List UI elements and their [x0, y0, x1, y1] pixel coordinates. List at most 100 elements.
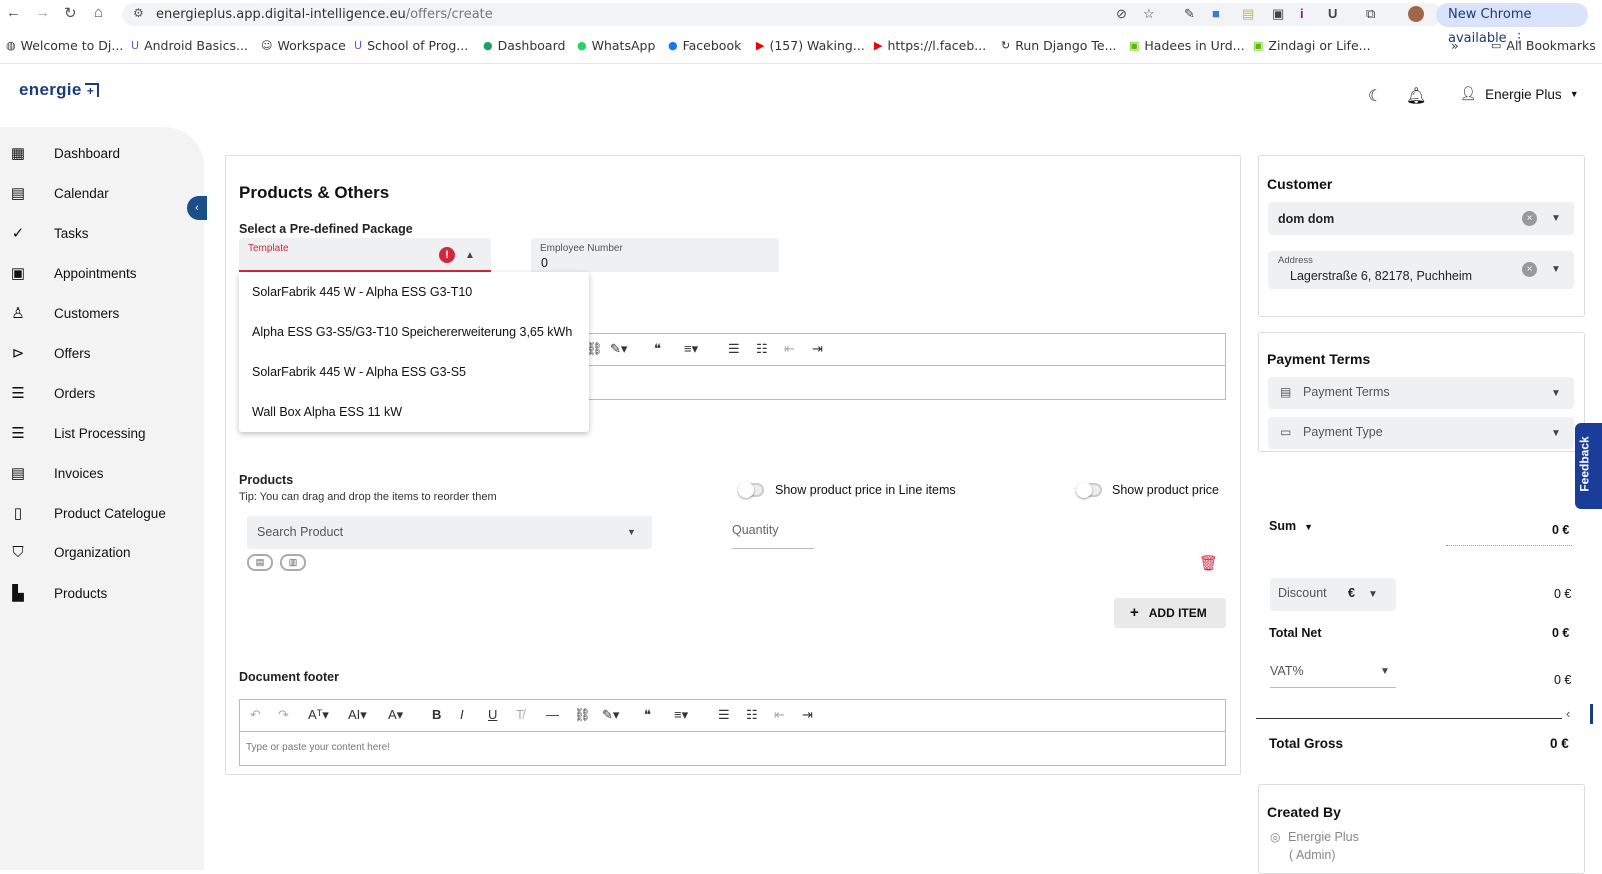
- redo-icon[interactable]: ↷: [278, 707, 289, 723]
- user-menu[interactable]: 👤︎ Energie Plus ▼: [1460, 86, 1579, 102]
- feedback-tab[interactable]: Feedback: [1575, 423, 1602, 509]
- sidebar-item-customers[interactable]: ♙ Customers: [8, 304, 119, 322]
- panel-handle[interactable]: [1590, 704, 1593, 724]
- clear-icon[interactable]: ×: [1522, 262, 1537, 277]
- align-icon[interactable]: ≡▾: [684, 341, 698, 357]
- new-chrome-button[interactable]: New Chrome available ⋮: [1436, 3, 1588, 46]
- numbered-list-icon[interactable]: ☷: [756, 341, 768, 357]
- outdent-icon[interactable]: ⇤: [784, 341, 795, 357]
- bookmark-5[interactable]: ● WhatsApp: [577, 38, 655, 53]
- sidebar-item-dashboard[interactable]: ▦ Dashboard: [8, 144, 120, 162]
- dropdown-option[interactable]: Wall Box Alpha ESS 11 kW: [252, 405, 402, 419]
- forward-icon[interactable]: →: [35, 4, 50, 21]
- doc-toggle-icon[interactable]: ▤: [247, 554, 273, 571]
- bold-icon[interactable]: B: [432, 707, 441, 722]
- all-bookmarks[interactable]: ▭ All Bookmarks: [1491, 38, 1596, 53]
- pen-extension-icon[interactable]: ✎: [1184, 6, 1195, 22]
- bookmark-4[interactable]: ● Dashboard: [483, 38, 565, 53]
- sidebar-item-orders[interactable]: ☰ Orders: [8, 384, 95, 402]
- bookmark-1[interactable]: U Android Basics...: [131, 38, 248, 53]
- bookmarks-more[interactable]: »: [1451, 38, 1459, 53]
- delete-icon[interactable]: 🗑︎: [1199, 554, 1218, 572]
- bookmark-10[interactable]: ▣ Hadees in Urd...: [1129, 38, 1245, 53]
- vat-select[interactable]: VAT% ▼: [1270, 662, 1396, 688]
- sum-selector[interactable]: Sum ▼: [1269, 519, 1313, 533]
- sidebar-item-tasks[interactable]: ✓ Tasks: [8, 224, 89, 242]
- u-extension-icon[interactable]: U: [1328, 6, 1337, 21]
- bell-icon[interactable]: 🔔︎: [1406, 86, 1426, 106]
- font-size-icon[interactable]: AI▾: [348, 707, 367, 723]
- sidebar-item-invoices[interactable]: ▤ Invoices: [8, 464, 104, 482]
- payment-terms-select[interactable]: ▤ Payment Terms ▼: [1268, 377, 1574, 409]
- dark-mode-icon[interactable]: ☾: [1368, 86, 1382, 106]
- show-price-toggle[interactable]: [1076, 482, 1102, 498]
- sidebar-item-appointments[interactable]: ▣ Appointments: [8, 264, 137, 282]
- sidebar-item-list-processing[interactable]: ☰ List Processing: [8, 424, 145, 442]
- bookmark-6[interactable]: ● Facebook: [668, 38, 741, 53]
- link-icon[interactable]: ⛓: [574, 707, 591, 723]
- sidebar-item-products[interactable]: ▙ Products: [8, 584, 107, 602]
- search-product-select[interactable]: Search Product ▼: [247, 516, 652, 549]
- sidebar-item-product-catalogue[interactable]: ▯ Product Catelogue: [8, 504, 166, 522]
- dropdown-option[interactable]: SolarFabrik 445 W - Alpha ESS G3-S5: [252, 365, 466, 379]
- address-select[interactable]: Address Lagerstraße 6, 82178, Puchheim ×…: [1268, 251, 1574, 289]
- site-info-icon[interactable]: ⚙: [133, 6, 144, 20]
- bullet-list-icon[interactable]: ☰: [718, 707, 730, 723]
- home-icon[interactable]: ⌂: [94, 4, 103, 21]
- underline-icon[interactable]: U: [488, 707, 497, 722]
- bookmark-9[interactable]: ↻ Run Django Te...: [1001, 38, 1117, 53]
- employee-number-field[interactable]: Employee Number 0: [531, 238, 779, 272]
- chevron-left-icon[interactable]: ‹: [1566, 706, 1570, 721]
- text-toggle-icon[interactable]: ▥: [280, 554, 306, 571]
- font-color-icon[interactable]: A▾: [388, 707, 403, 723]
- sidebar-item-offers[interactable]: ⊳ Offers: [8, 344, 91, 362]
- eye-off-icon[interactable]: ⊘: [1116, 6, 1127, 22]
- clear-icon[interactable]: ×: [1522, 211, 1537, 226]
- screen-extension-icon[interactable]: ▣: [1272, 6, 1284, 22]
- bookmark-2[interactable]: ☺ Workspace: [261, 38, 346, 53]
- sidebar-item-calendar[interactable]: ▤ Calendar: [8, 184, 109, 202]
- bookmark-8[interactable]: ▶ https://l.faceb...: [874, 38, 986, 53]
- horizontal-line-icon[interactable]: —: [546, 707, 559, 722]
- highlight-icon[interactable]: ✎▾: [610, 341, 627, 357]
- footer-editor[interactable]: ↶ ↷ Aᵀ▾ AI▾ A▾ B I U T̸ — ⛓ ✎▾ ❝ ≡▾ ☰ ☷ …: [239, 699, 1226, 766]
- blockquote-icon[interactable]: ❝: [654, 341, 661, 357]
- numbered-list-icon[interactable]: ☷: [746, 707, 758, 723]
- show-price-line-toggle[interactable]: [738, 482, 764, 498]
- outdent-icon[interactable]: ⇤: [774, 707, 785, 723]
- indent-icon[interactable]: ⇥: [802, 707, 813, 723]
- profile-avatar[interactable]: [1408, 6, 1424, 22]
- discount-field[interactable]: Discount € ▼: [1270, 578, 1396, 611]
- italic-icon[interactable]: I: [460, 707, 464, 722]
- indent-icon[interactable]: ⇥: [812, 341, 823, 357]
- payment-type-select[interactable]: ▭ Payment Type ▼: [1268, 417, 1574, 449]
- puzzle-icon[interactable]: ⧉: [1366, 6, 1375, 22]
- dropdown-option[interactable]: Alpha ESS G3-S5/G3-T10 Speichererweiteru…: [252, 325, 572, 339]
- align-icon[interactable]: ≡▾: [674, 707, 688, 723]
- add-item-button[interactable]: + ADD ITEM: [1114, 598, 1226, 628]
- sidebar-item-organization[interactable]: ⛉ Organization: [8, 544, 130, 561]
- blockquote-icon[interactable]: ❝: [644, 707, 651, 723]
- dropdown-option[interactable]: SolarFabrik 445 W - Alpha ESS G3-T10: [252, 285, 472, 299]
- text-style-icon[interactable]: Aᵀ▾: [308, 707, 329, 723]
- notes-extension-icon[interactable]: ▤: [1242, 6, 1254, 22]
- bookmark-3[interactable]: U School of Prog...: [354, 38, 468, 53]
- template-select[interactable]: Template ! ▲: [239, 238, 491, 272]
- star-icon[interactable]: ☆: [1143, 6, 1155, 22]
- url-text[interactable]: energieplus.app.digital-intelligence.eu/…: [156, 7, 493, 22]
- reload-icon[interactable]: ↻: [64, 4, 77, 22]
- sidebar-collapse-button[interactable]: ‹: [187, 196, 207, 220]
- highlight-icon[interactable]: ✎▾: [602, 707, 619, 723]
- bookmark-0[interactable]: ◍ Welcome to Dj...: [6, 38, 123, 53]
- back-icon[interactable]: ←: [6, 4, 21, 21]
- undo-icon[interactable]: ↶: [250, 707, 261, 723]
- customer-select[interactable]: dom dom × ▼: [1268, 202, 1574, 235]
- bookmark-7[interactable]: ▶ (157) Waking...: [756, 38, 865, 53]
- quantity-input[interactable]: Quantity: [732, 523, 814, 549]
- clear-format-icon[interactable]: T̸: [516, 707, 524, 722]
- extension-icon[interactable]: ■: [1212, 6, 1220, 21]
- info-extension-icon[interactable]: i: [1300, 6, 1304, 21]
- bullet-list-icon[interactable]: ☰: [728, 341, 740, 357]
- app-logo[interactable]: energie +: [19, 80, 99, 100]
- bookmark-11[interactable]: ▣ Zindagi or Life...: [1253, 38, 1371, 53]
